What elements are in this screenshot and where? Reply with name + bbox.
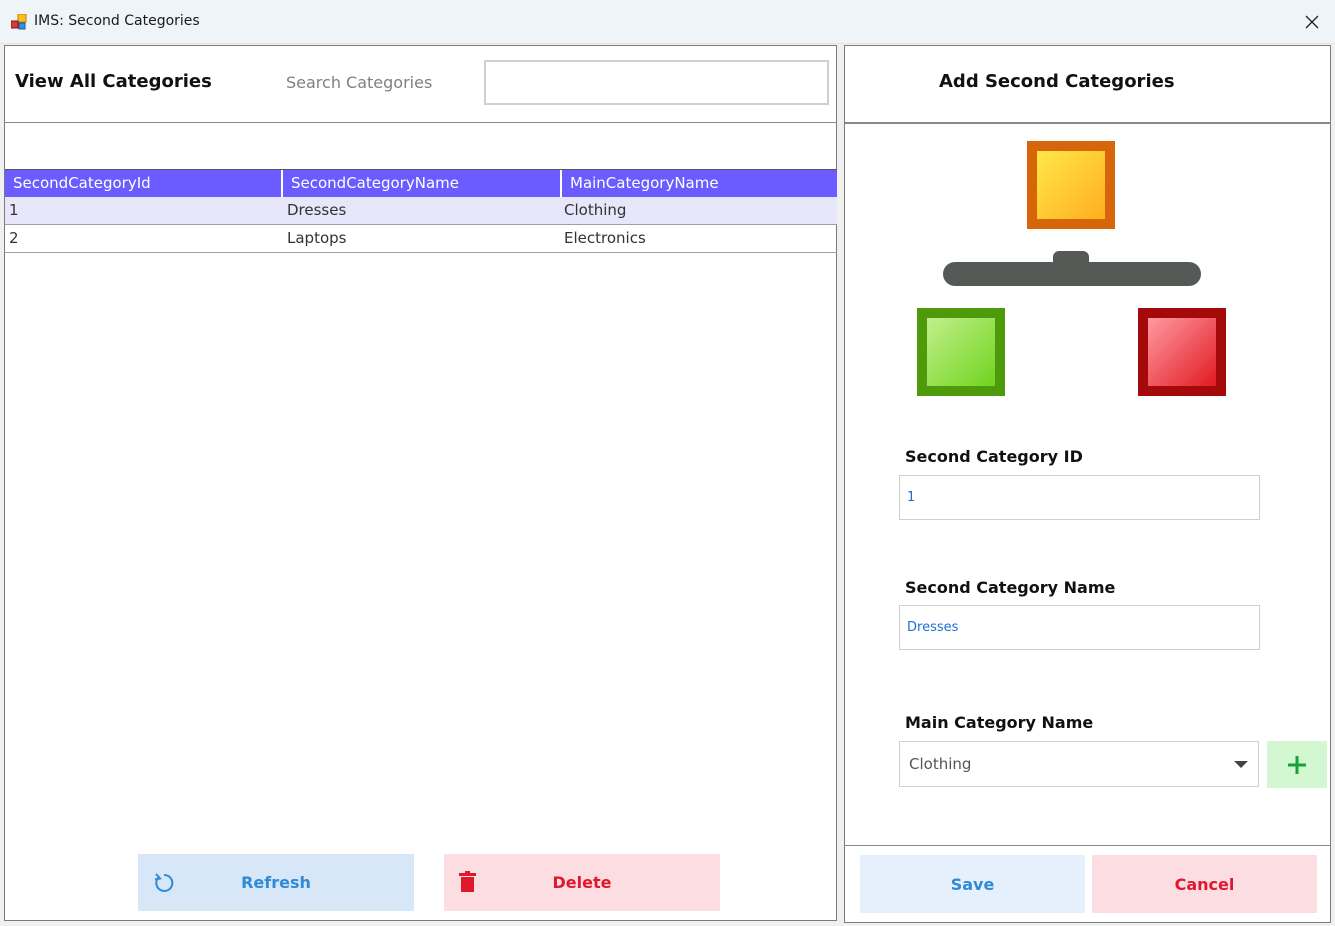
- trash-icon: [459, 871, 476, 892]
- main-category-select[interactable]: Clothing: [899, 741, 1259, 787]
- cancel-button[interactable]: Cancel: [1092, 855, 1317, 913]
- column-header[interactable]: SecondCategoryName: [281, 170, 560, 197]
- column-header[interactable]: SecondCategoryId: [5, 170, 281, 197]
- table-row[interactable]: 1 Dresses Clothing: [5, 197, 837, 225]
- save-button[interactable]: Save: [860, 855, 1085, 913]
- categories-grid[interactable]: SecondCategoryId SecondCategoryName Main…: [5, 169, 837, 253]
- main-category-name-label: Main Category Name: [905, 713, 1094, 732]
- search-input[interactable]: [484, 60, 829, 105]
- app-icon: [11, 14, 27, 30]
- category-hierarchy-icon: [917, 141, 1226, 396]
- delete-label: Delete: [552, 873, 612, 892]
- header-divider: [845, 122, 1331, 124]
- view-categories-panel: View All Categories Search Categories Se…: [4, 45, 837, 921]
- table-row[interactable]: 2 Laptops Electronics: [5, 225, 837, 253]
- refresh-button[interactable]: Refresh: [138, 854, 414, 911]
- table-cell: Electronics: [564, 229, 646, 247]
- add-category-panel: Add Second Categories Second Category ID…: [844, 45, 1331, 923]
- column-header[interactable]: MainCategoryName: [560, 170, 837, 197]
- chevron-down-icon: [1234, 761, 1248, 768]
- footer-divider: [845, 845, 1331, 846]
- window-title: IMS: Second Categories: [34, 13, 200, 29]
- table-cell: Clothing: [564, 201, 627, 219]
- refresh-icon: [154, 873, 174, 892]
- close-button[interactable]: [1289, 0, 1335, 44]
- add-main-category-button[interactable]: [1267, 741, 1327, 788]
- table-cell: 1: [9, 201, 19, 219]
- delete-button[interactable]: Delete: [444, 854, 720, 911]
- add-categories-heading: Add Second Categories: [939, 71, 1175, 92]
- view-categories-heading: View All Categories: [15, 71, 212, 92]
- main-category-select-value: Clothing: [909, 755, 972, 773]
- table-cell: 2: [9, 229, 19, 247]
- second-category-id-label: Second Category ID: [905, 447, 1083, 466]
- search-label: Search Categories: [286, 73, 433, 92]
- table-cell: Dresses: [287, 201, 347, 219]
- second-category-id-field[interactable]: [899, 475, 1260, 520]
- second-category-name-field[interactable]: [899, 605, 1260, 650]
- header-divider: [5, 122, 837, 123]
- plus-icon: [1288, 755, 1306, 774]
- refresh-label: Refresh: [241, 873, 311, 892]
- second-category-name-label: Second Category Name: [905, 578, 1116, 597]
- title-bar: IMS: Second Categories: [0, 0, 1335, 44]
- table-cell: Laptops: [287, 229, 347, 247]
- grid-header: SecondCategoryId SecondCategoryName Main…: [5, 169, 837, 197]
- close-icon: [1305, 15, 1319, 29]
